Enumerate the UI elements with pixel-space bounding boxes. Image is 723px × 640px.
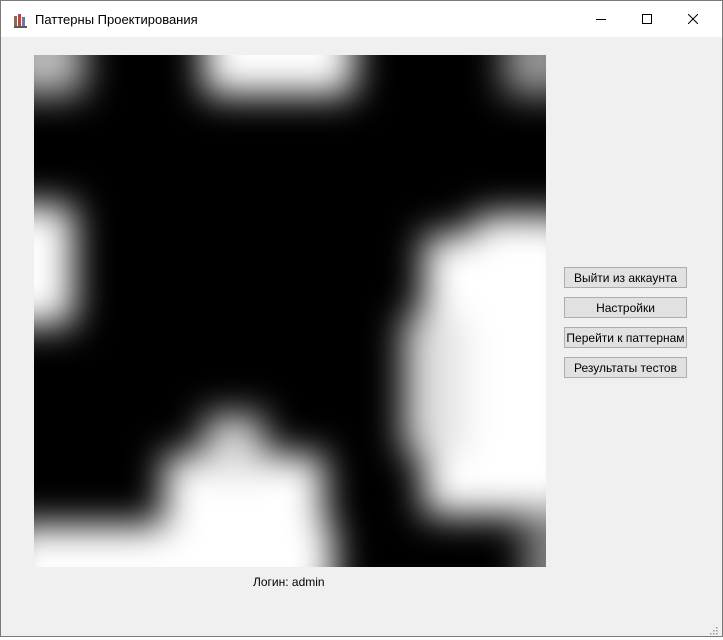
settings-button[interactable]: Настройки xyxy=(564,297,687,318)
minimize-button[interactable] xyxy=(578,1,624,37)
app-icon xyxy=(13,13,29,29)
window-title: Паттерны Проектирования xyxy=(35,12,198,27)
logout-button[interactable]: Выйти из аккаунта xyxy=(564,267,687,288)
resize-grip-icon[interactable] xyxy=(708,622,718,635)
close-button[interactable] xyxy=(670,1,716,37)
maximize-button[interactable] xyxy=(624,1,670,37)
patterns-button[interactable]: Перейти к паттернам xyxy=(564,327,687,348)
title-bar[interactable]: Паттерны Проектирования xyxy=(1,1,722,37)
minimize-icon xyxy=(596,14,606,24)
login-label: Логин: admin xyxy=(253,575,325,589)
pattern-image xyxy=(34,55,546,567)
maximize-icon xyxy=(642,14,652,24)
main-window: Паттерны Проектирования Выйти из аккаунт… xyxy=(0,0,723,637)
test-results-button[interactable]: Результаты тестов xyxy=(564,357,687,378)
close-icon xyxy=(688,14,698,24)
